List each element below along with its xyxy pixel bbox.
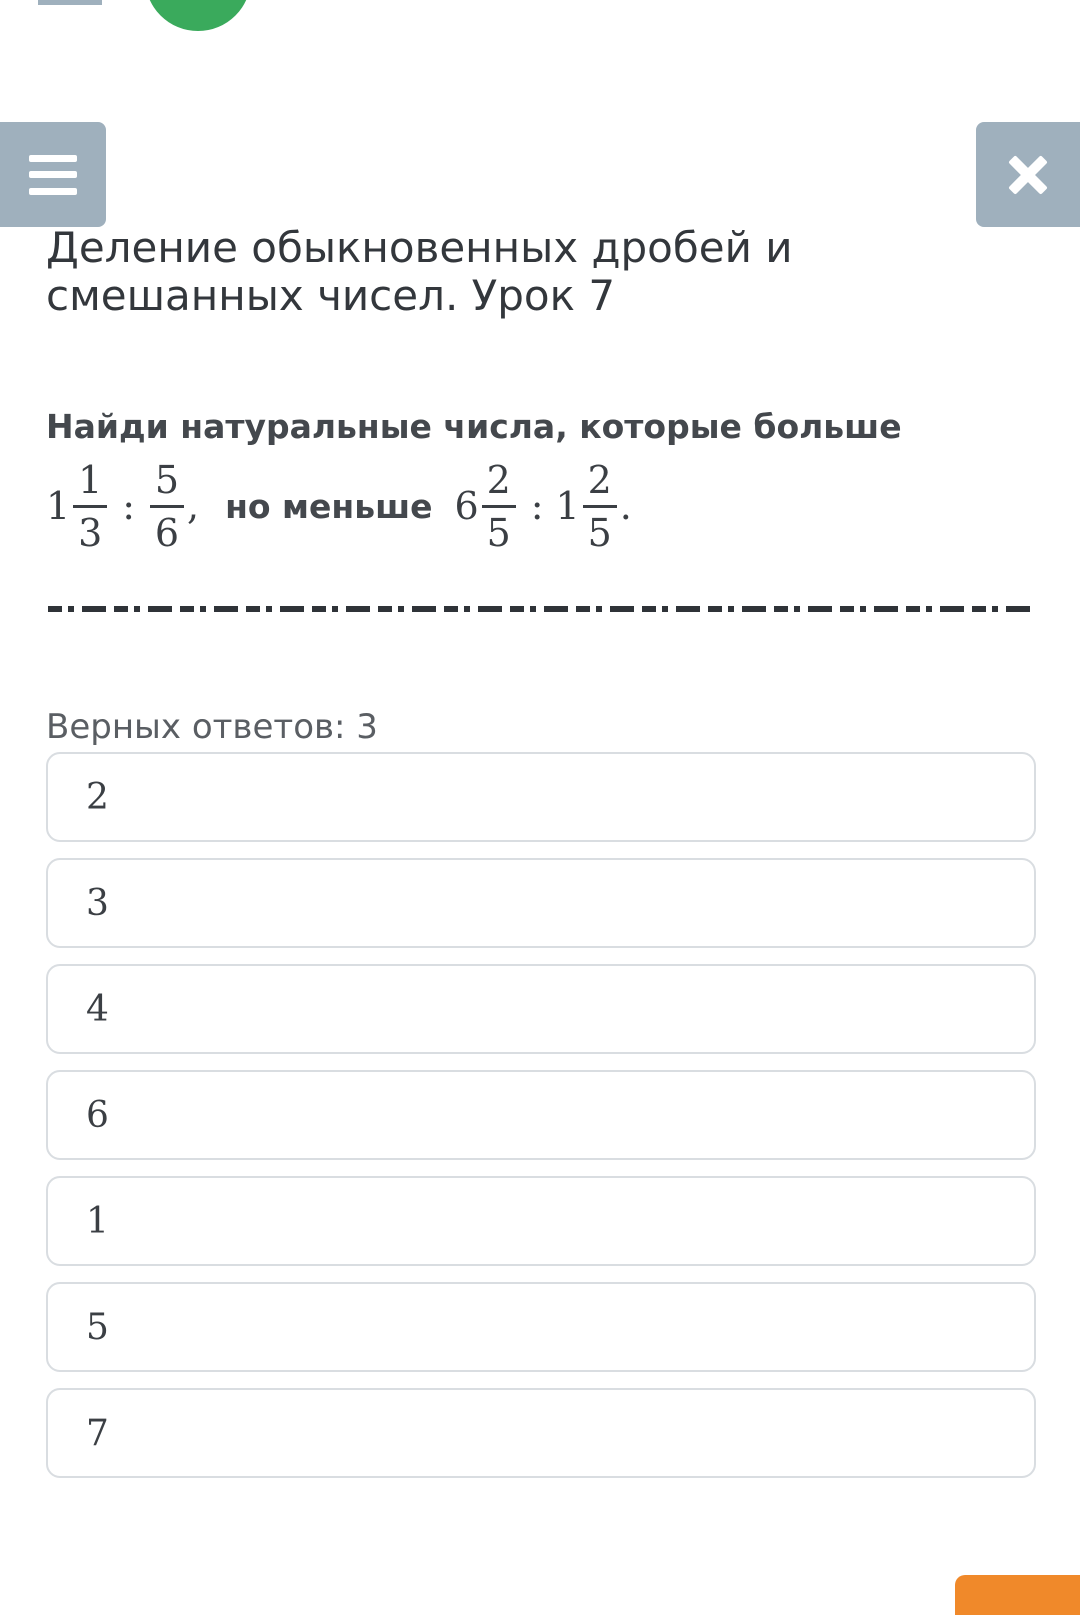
fraction: 5 6	[150, 458, 184, 555]
next-button[interactable]	[955, 1575, 1080, 1615]
answer-option[interactable]: 5	[46, 1282, 1036, 1372]
answer-option-label: 7	[86, 1412, 109, 1454]
top-bar-indicator	[38, 0, 102, 5]
numerator: 1	[78, 457, 103, 502]
numerator: 5	[154, 457, 180, 502]
punctuation: ,	[187, 484, 200, 528]
numerator: 2	[587, 457, 612, 502]
close-button[interactable]	[976, 122, 1080, 227]
answer-option-label: 1	[86, 1200, 109, 1242]
denominator: 3	[78, 510, 103, 555]
correct-answers-count: Верных ответов: 3	[46, 707, 378, 747]
answer-option[interactable]: 7	[46, 1388, 1036, 1478]
math-expression: 1 1 3 : 5 6 , но меньше 6 2 5 : 1 2 5 .	[46, 451, 1036, 561]
answer-option-label: 4	[86, 988, 109, 1030]
hamburger-menu-icon	[29, 154, 77, 195]
answer-options: 2 3 4 6 1 5 7	[46, 752, 1036, 1494]
connector-text: но меньше	[225, 486, 433, 526]
whole-number: 6	[454, 484, 479, 528]
menu-button[interactable]	[0, 122, 106, 227]
divider	[48, 606, 1032, 612]
denominator: 5	[587, 510, 612, 555]
fraction: 2 5	[481, 457, 516, 555]
answer-option[interactable]: 6	[46, 1070, 1036, 1160]
answer-option-label: 2	[86, 776, 109, 818]
answer-option[interactable]: 1	[46, 1176, 1036, 1266]
denominator: 5	[486, 510, 511, 555]
whole-number: 1	[555, 484, 580, 528]
question-line: Найди натуральные числа, которые больше	[46, 407, 902, 446]
fraction: 2 5	[582, 457, 617, 555]
denominator: 6	[154, 510, 180, 555]
close-icon	[1008, 155, 1048, 195]
question-text: Найди натуральные числа, которые больше …	[46, 405, 1036, 561]
answer-option-label: 5	[86, 1306, 109, 1348]
avatar[interactable]	[145, 0, 251, 31]
punctuation: .	[619, 484, 632, 528]
answer-option[interactable]: 4	[46, 964, 1036, 1054]
page-title: Деление обыкновенных дробей и смешанных …	[46, 223, 793, 320]
numerator: 2	[486, 457, 511, 502]
answer-option-label: 6	[86, 1094, 109, 1136]
answer-option[interactable]: 2	[46, 752, 1036, 842]
whole-number: 1	[46, 484, 71, 528]
division-operator: :	[530, 484, 544, 528]
answer-option[interactable]: 3	[46, 858, 1036, 948]
answer-option-label: 3	[86, 882, 109, 924]
division-operator: :	[122, 484, 135, 528]
fraction: 1 3	[73, 457, 108, 555]
